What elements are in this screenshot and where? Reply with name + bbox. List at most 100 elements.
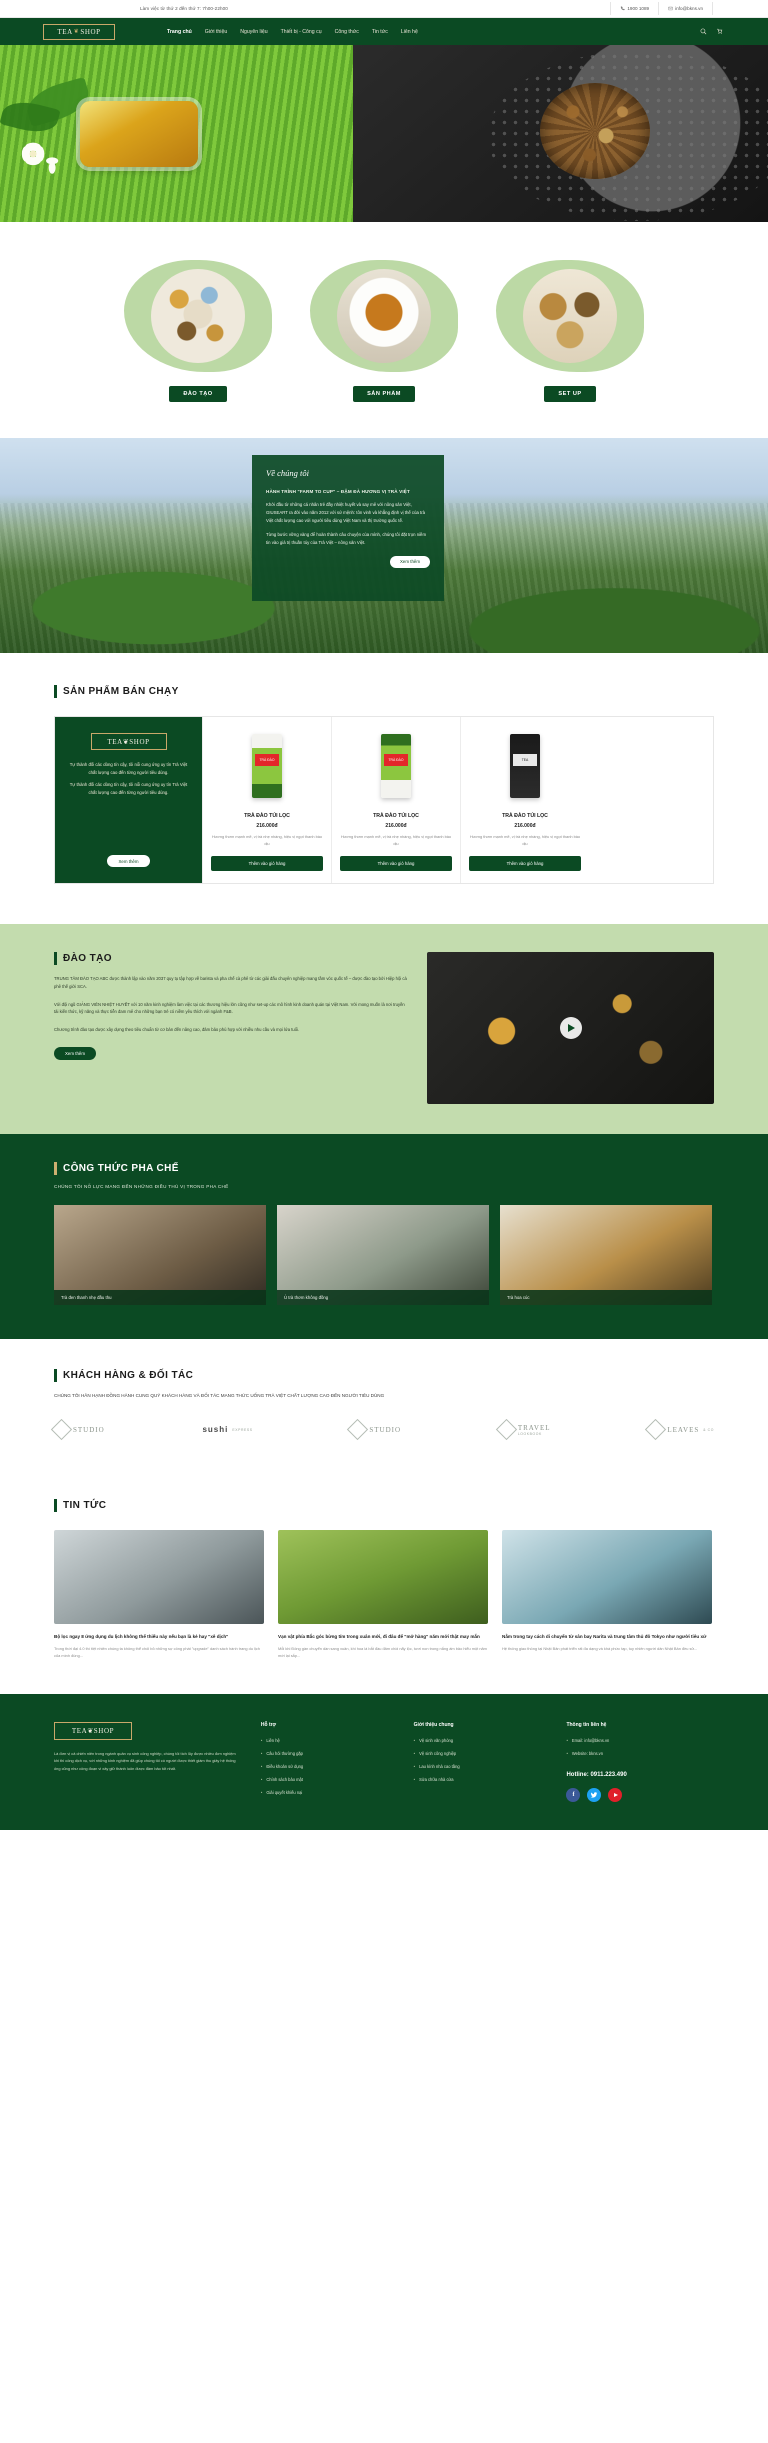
footer-contact-column: Thông tin liên hệ Email: info@bkns.vn We… bbox=[566, 1722, 714, 1804]
footer-link[interactable]: Câu hỏi thường gặp bbox=[261, 1751, 394, 1756]
recipe-card[interactable]: Trà hoa cúc bbox=[500, 1205, 712, 1305]
cart-icon[interactable] bbox=[716, 28, 723, 35]
about-section: Về chúng tôi HÀNH TRÌNH "FARM TO CUP" – … bbox=[0, 438, 768, 653]
footer-link[interactable]: Sửa chữa nhà cửa bbox=[414, 1778, 547, 1782]
partner-logo-name: sushi bbox=[202, 1425, 229, 1435]
add-to-cart-button[interactable]: Thêm vào giỏ hàng bbox=[211, 856, 323, 871]
facebook-icon[interactable]: f bbox=[566, 1788, 581, 1803]
jasmine-flower-icon bbox=[21, 142, 59, 174]
products-grid: TEA ❦ SHOP Tự thành đối các dòng tín cậy… bbox=[54, 716, 714, 884]
training-video[interactable] bbox=[427, 952, 714, 1104]
social-links: f bbox=[566, 1788, 714, 1803]
category-button-setup[interactable]: SET UP bbox=[544, 386, 596, 402]
hero-image-left bbox=[0, 45, 369, 222]
partner-logo: LEAVES & CO bbox=[645, 1419, 714, 1441]
news-grid: Bộ lọc ngay 8 ứng dụng du lịch không thể… bbox=[54, 1530, 714, 1659]
footer-link[interactable]: Lau kính nhà cao tầng bbox=[414, 1765, 547, 1769]
product-package: TEA bbox=[510, 734, 540, 798]
nav-item-about[interactable]: Giới thiệu bbox=[205, 29, 227, 35]
news-card[interactable]: Nằm trong tay cách di chuyển từ sân bay … bbox=[502, 1530, 712, 1659]
category-button-products[interactable]: SẢN PHẨM bbox=[353, 386, 415, 402]
products-section: SẢN PHẨM BÁN CHẠY TEA ❦ SHOP Tự thành đố… bbox=[0, 653, 768, 924]
nav-item-recipes[interactable]: Công thức bbox=[335, 29, 359, 35]
footer-link[interactable]: Vệ sinh văn phòng bbox=[414, 1738, 547, 1743]
partner-logo-name: TRAVEL bbox=[517, 1423, 551, 1432]
package-label: TRÀ ĐÀO bbox=[255, 754, 279, 766]
nav-item-contact[interactable]: Liên hệ bbox=[401, 29, 418, 35]
footer-link[interactable]: Chính sách bảo mật bbox=[261, 1778, 394, 1782]
footer-hotline: Hotline: 0911.223.490 bbox=[566, 1772, 627, 1779]
products-title: SẢN PHẨM BÁN CHẠY bbox=[63, 686, 179, 697]
category-card[interactable]: SẢN PHẨM bbox=[310, 260, 458, 402]
footer-logo-left: TEA bbox=[71, 1726, 88, 1735]
logo-text-left: TEA bbox=[57, 27, 73, 36]
youtube-icon[interactable] bbox=[608, 1788, 623, 1803]
add-to-cart-button[interactable]: Thêm vào giỏ hàng bbox=[340, 856, 452, 871]
promo-logo: TEA ❦ SHOP bbox=[90, 733, 167, 750]
recipe-caption: Trà hoa cúc bbox=[500, 1290, 712, 1305]
about-readmore-button[interactable]: Xem thêm bbox=[389, 555, 430, 568]
recipe-card[interactable]: Trà đen thanh nhẹ đầu thu bbox=[54, 1205, 266, 1305]
about-paragraph-1: Khởi đầu từ những cá nhân trẻ đầy nhiệt … bbox=[266, 501, 426, 523]
partner-logo-name: STUDIO bbox=[369, 1425, 402, 1434]
training-readmore-button[interactable]: Xem thêm bbox=[54, 1046, 97, 1060]
category-image-products bbox=[337, 269, 431, 363]
footer-link[interactable]: Giải quyết khiếu nại bbox=[261, 1791, 394, 1795]
nav-item-news[interactable]: Tin tức bbox=[372, 29, 388, 35]
category-button-training[interactable]: ĐÀO TẠO bbox=[169, 386, 227, 402]
footer-contact-email[interactable]: Email: info@bkns.vn bbox=[566, 1738, 714, 1743]
footer-link[interactable]: Điều khoản sử dụng bbox=[261, 1765, 394, 1769]
nav-item-home[interactable]: Trang chủ bbox=[167, 29, 192, 35]
footer-link[interactable]: Liên hệ bbox=[261, 1738, 394, 1743]
partners-subtitle: CHÚNG TÔI HÂN HẠNH ĐỒNG HÀNH CUNG QUÝ KH… bbox=[54, 1393, 385, 1398]
product-price: 216.000đ bbox=[256, 823, 278, 829]
add-to-cart-button[interactable]: Thêm vào giỏ hàng bbox=[469, 856, 581, 871]
email-contact[interactable]: info@bkns.vn bbox=[658, 2, 713, 15]
play-icon[interactable] bbox=[559, 1017, 582, 1039]
product-card[interactable]: TRÀ ĐÀO TRÀ ĐÀO TÚI LỌC 216.000đ Hương t… bbox=[331, 717, 460, 883]
category-card[interactable]: SET UP bbox=[496, 260, 644, 402]
news-card[interactable]: Vạn vật phía Bắc góc bừng tím trong xuân… bbox=[278, 1530, 488, 1659]
partner-logo: sushi EXPRESS bbox=[202, 1425, 252, 1434]
recipe-caption: Trà đen thanh nhẹ đầu thu bbox=[54, 1290, 266, 1305]
diamond-icon bbox=[495, 1419, 517, 1441]
loose-tea-image bbox=[540, 83, 650, 179]
training-text-block: ĐÀO TẠO TRUNG TÂM ĐÀO TẠO ABC được thành… bbox=[54, 952, 409, 1104]
product-card[interactable]: TRÀ ĐÀO TRÀ ĐÀO TÚI LỌC 216.000đ Hương t… bbox=[202, 717, 331, 883]
category-card[interactable]: ĐÀO TẠO bbox=[124, 260, 272, 402]
recipe-caption: Ủ trà thơm không đồng bbox=[277, 1290, 489, 1305]
training-section: ĐÀO TẠO TRUNG TÂM ĐÀO TẠO ABC được thành… bbox=[0, 924, 768, 1134]
news-card[interactable]: Bộ lọc ngay 8 ứng dụng du lịch không thể… bbox=[54, 1530, 264, 1659]
product-image: TRÀ ĐÀO bbox=[211, 727, 323, 805]
diamond-icon bbox=[347, 1419, 369, 1441]
category-image-training bbox=[151, 269, 245, 363]
phone-contact[interactable]: 1900 1089 bbox=[610, 2, 658, 15]
recipe-card[interactable]: Ủ trà thơm không đồng bbox=[277, 1205, 489, 1305]
footer-link[interactable]: Vệ sinh công nghiệp bbox=[414, 1751, 547, 1756]
footer-logo[interactable]: TEA ❦ SHOP bbox=[54, 1721, 132, 1740]
partners-section: KHÁCH HÀNG & ĐỐI TÁC CHÚNG TÔI HÂN HẠNH … bbox=[0, 1339, 768, 1472]
news-image bbox=[54, 1530, 264, 1625]
recipes-subtitle: CHÚNG TÔI NỖ LỰC MANG ĐẾN NHỮNG ĐIỀU THÚ… bbox=[54, 1184, 229, 1189]
site-header: TEA ❦ SHOP Trang chủ Giới thiệu Nguyên l… bbox=[0, 18, 768, 45]
twitter-icon[interactable] bbox=[587, 1788, 602, 1803]
product-name: TRÀ ĐÀO TÚI LỌC bbox=[373, 813, 419, 819]
news-headline: Vạn vật phía Bắc góc bừng tím trong xuân… bbox=[278, 1634, 480, 1640]
about-heading: Về chúng tôi bbox=[266, 468, 309, 478]
search-icon[interactable] bbox=[700, 28, 707, 35]
nav-item-ingredients[interactable]: Nguyên liệu bbox=[240, 29, 267, 35]
product-description: Hương thơm mạnh mẽ, vị trà nhẹ nhàng, hi… bbox=[211, 834, 323, 846]
footer-support-heading: Hỗ trợ bbox=[260, 1721, 277, 1728]
news-title: TIN TỨC bbox=[63, 1500, 107, 1512]
nav-item-equipment[interactable]: Thiết bị - Công cụ bbox=[281, 29, 322, 35]
products-title-row: SẢN PHẨM BÁN CHẠY bbox=[54, 685, 714, 698]
news-excerpt: Hệ thống giao thông tại Nhật Bản phát tr… bbox=[502, 1646, 698, 1652]
recipes-title: CÔNG THỨC PHA CHẾ bbox=[63, 1163, 179, 1174]
training-paragraph-2: Với đội ngũ GIẢNG VIÊN NHIỆT HUYẾT với 1… bbox=[54, 1001, 405, 1015]
footer-contact-website[interactable]: Website: bkns.vn bbox=[566, 1751, 714, 1756]
top-bar-contacts: 1900 1089 info@bkns.vn bbox=[610, 2, 713, 15]
promo-readmore-button[interactable]: Xem thêm bbox=[107, 855, 150, 867]
site-logo[interactable]: TEA ❦ SHOP bbox=[43, 23, 115, 40]
product-name: TRÀ ĐÀO TÚI LỌC bbox=[502, 813, 548, 819]
product-card[interactable]: TEA TRÀ ĐÀO TÚI LỌC 216.000đ Hương thơm … bbox=[460, 717, 589, 883]
